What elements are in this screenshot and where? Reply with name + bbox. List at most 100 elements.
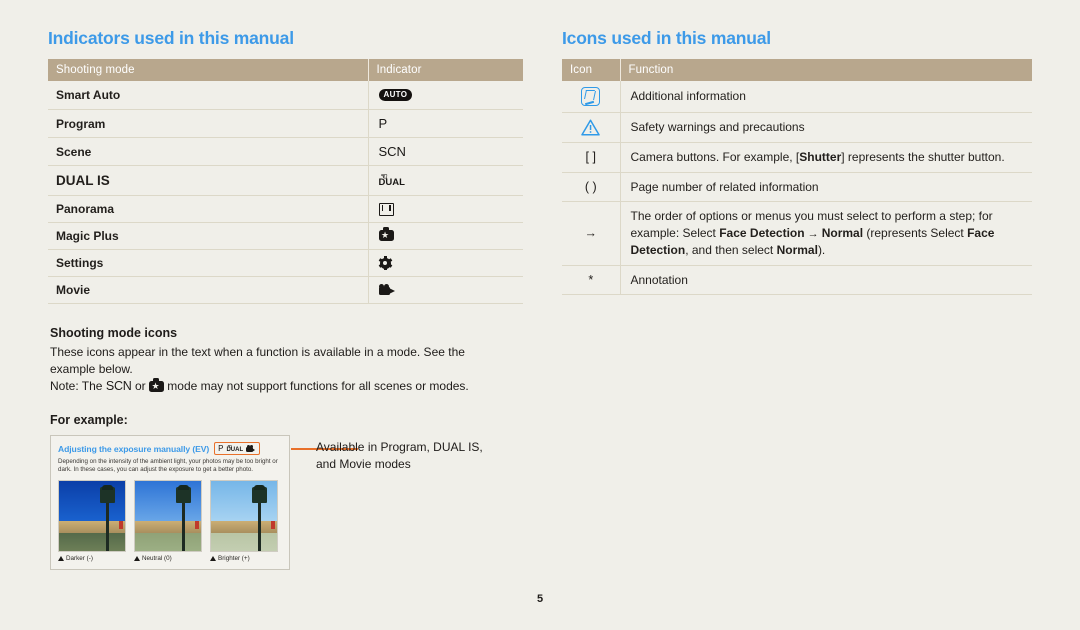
cell-indicator: SCN xyxy=(368,137,523,166)
warning-triangle-icon xyxy=(581,119,600,136)
function-text: Camera buttons. For example, [ xyxy=(630,150,800,164)
thumbnail-image xyxy=(210,479,278,552)
cell-icon: ( ) xyxy=(562,172,621,202)
cell-function: Camera buttons. For example, [Shutter] r… xyxy=(620,142,1032,173)
inline-arrow-icon: → xyxy=(804,227,822,240)
function-text: , and then select xyxy=(685,243,777,257)
thumbnail-caption-row: Neutral (0) xyxy=(134,555,202,562)
table-row: Additional information xyxy=(562,81,1032,113)
note-suffix: mode may not support functions for all s… xyxy=(163,379,469,393)
caption-triangle-icon xyxy=(58,555,64,561)
cell-icon xyxy=(562,81,621,113)
note-pen-icon xyxy=(581,87,601,106)
thumbnail-brighter: Brighter (+) xyxy=(210,479,278,562)
column-header-indicator: Indicator xyxy=(368,59,523,81)
function-text: Annotation xyxy=(630,272,688,287)
scene-scn-icon: SCN xyxy=(105,379,132,393)
thumbnail-caption: Brighter (+) xyxy=(218,554,250,562)
shooting-mode-icons-heading: Shooting mode icons xyxy=(50,326,178,340)
cell-indicator xyxy=(368,222,523,250)
left-column: Indicators used in this manual Shooting … xyxy=(48,28,523,570)
function-text: (represents Select xyxy=(863,225,968,240)
function-text: Safety warnings and precautions xyxy=(630,120,805,135)
cell-shooting-mode: Program xyxy=(48,109,369,138)
auto-badge-icon: AUTO xyxy=(378,89,413,101)
table-row: Magic Plus xyxy=(48,222,523,250)
movie-camera-icon xyxy=(378,283,396,296)
cell-icon: * xyxy=(562,265,621,295)
cell-indicator: AUTO xyxy=(368,81,523,110)
table-row: DUAL IS ☜ DUAL xyxy=(48,165,523,196)
function-text: ] represents the shutter button. xyxy=(841,150,1005,164)
page-number: 5 xyxy=(536,593,544,605)
cell-function: Safety warnings and precautions xyxy=(620,112,1032,143)
cell-function: Additional information xyxy=(620,81,1032,113)
table-row: Smart Auto AUTO xyxy=(48,81,523,110)
thumbnail-darker: Darker (-) xyxy=(58,479,126,562)
cell-shooting-mode: Panorama xyxy=(48,195,369,223)
magic-plus-camera-star-icon xyxy=(378,227,394,242)
table-header-row: Icon Function xyxy=(562,59,1032,81)
function-text: Page number of related information xyxy=(630,179,819,194)
table-row: Safety warnings and precautions xyxy=(562,112,1032,143)
square-brackets-icon: [ ] xyxy=(585,150,596,165)
indicators-table: Shooting mode Indicator Smart Auto AUTO … xyxy=(48,59,523,304)
function-text: ). xyxy=(817,243,826,257)
dual-is-icon: ☜ DUAL xyxy=(379,171,405,188)
thumbnail-neutral: Neutral (0) xyxy=(134,479,202,562)
caption-triangle-icon xyxy=(210,555,216,561)
example-thumbnails: Darker (-) Neutral (0) Brighter (+) xyxy=(58,479,282,562)
cell-shooting-mode: Smart Auto xyxy=(48,81,369,110)
table-row: ( ) Page number of related information xyxy=(562,172,1032,202)
thumbnail-caption: Neutral (0) xyxy=(142,554,172,562)
caption-triangle-icon xyxy=(134,555,140,561)
icons-table: Icon Function Additional information Saf… xyxy=(562,59,1032,295)
function-emphasis: Shutter xyxy=(799,150,842,164)
program-p-icon: P xyxy=(218,443,224,453)
table-row: Scene SCN xyxy=(48,137,523,166)
cell-function: The order of options or menus you must s… xyxy=(620,201,1032,266)
cell-function: Page number of related information xyxy=(620,172,1032,202)
function-text: Additional information xyxy=(630,89,746,104)
table-row: Program P xyxy=(48,109,523,138)
thumbnail-caption-row: Brighter (+) xyxy=(210,555,278,562)
example-figure: Adjusting the exposure manually (EV) P ☜… xyxy=(50,435,290,570)
thumbnail-image xyxy=(58,479,126,552)
cell-icon: [ ] xyxy=(562,142,621,173)
panorama-filmstrip-icon xyxy=(378,202,394,216)
thumbnail-caption: Darker (-) xyxy=(66,554,93,562)
table-row: Movie xyxy=(48,276,523,304)
example-figure-wrapper: Adjusting the exposure manually (EV) P ☜… xyxy=(50,435,523,570)
example-mode-badges: P ☜ DUAL xyxy=(214,442,261,455)
example-figure-title: Adjusting the exposure manually (EV) xyxy=(58,443,210,454)
cell-indicator xyxy=(368,195,523,223)
column-header-shooting-mode: Shooting mode xyxy=(48,59,369,81)
cell-icon xyxy=(562,112,621,143)
cell-shooting-mode: Scene xyxy=(48,137,369,166)
settings-gear-icon xyxy=(378,256,392,270)
page-title-indicators: Indicators used in this manual xyxy=(48,28,294,48)
right-arrow-icon: → xyxy=(584,226,598,241)
movie-camera-icon xyxy=(246,445,256,452)
note-or: or xyxy=(131,379,149,393)
cell-shooting-mode: Movie xyxy=(48,276,369,304)
example-figure-description: Depending on the intensity of the ambien… xyxy=(58,458,278,474)
function-emphasis: Face Detection xyxy=(719,225,805,240)
cell-function: Annotation xyxy=(620,265,1032,295)
shooting-mode-icons-paragraph: These icons appear in the text when a fu… xyxy=(50,344,500,395)
callout-text: Available in Program, DUAL IS, and Movie… xyxy=(316,440,483,471)
dual-is-hand-glyph: ☜ xyxy=(380,171,388,181)
asterisk-icon: * xyxy=(588,272,594,287)
page-title-icons: Icons used in this manual xyxy=(562,28,771,48)
cell-shooting-mode: DUAL IS xyxy=(48,165,369,196)
manual-page: Indicators used in this manual Shooting … xyxy=(0,0,1080,630)
cell-indicator: P xyxy=(368,109,523,138)
table-row: → The order of options or menus you must… xyxy=(562,201,1032,266)
table-row: [ ] Camera buttons. For example, [Shutte… xyxy=(562,142,1032,173)
example-title-row: Adjusting the exposure manually (EV) P ☜… xyxy=(58,442,282,455)
column-header-function: Function xyxy=(620,59,1032,81)
function-emphasis: Normal xyxy=(776,243,818,257)
paragraph-text: These icons appear in the text when a fu… xyxy=(50,345,465,376)
scene-scn-icon: SCN xyxy=(378,144,406,159)
dual-is-icon: ☜ DUAL xyxy=(226,444,244,453)
